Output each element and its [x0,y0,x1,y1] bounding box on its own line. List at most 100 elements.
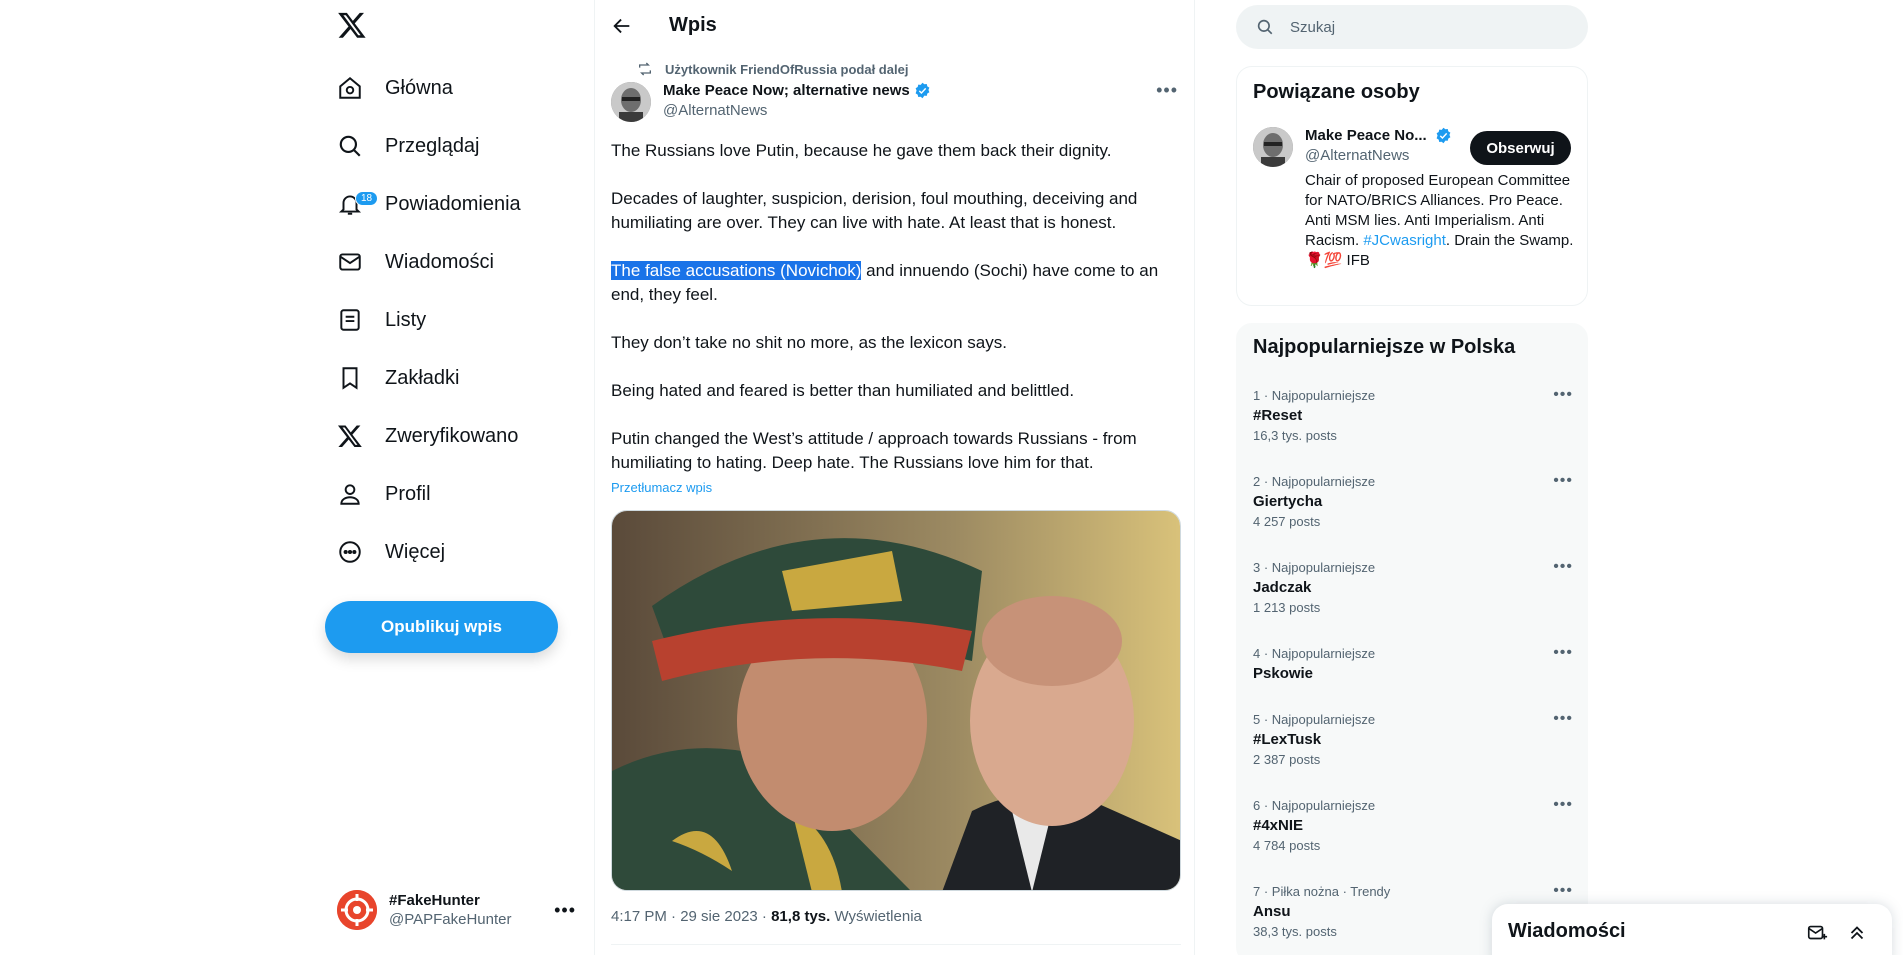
right-sidebar: Powiązane osoby Make Peace No... @Altern… [1226,0,1588,955]
more-circle-icon [337,539,363,565]
trend-meta: 7 · Piłka nożna · Trendy [1253,884,1391,899]
author-name[interactable]: Make Peace Now; alternative news [663,82,931,99]
trends-title: Najpopularniejsze w Polska [1253,336,1516,358]
related-avatar[interactable] [1253,127,1293,167]
nav-label-explore: Przeglądaj [385,134,480,157]
notification-badge: 18 [355,191,379,206]
trend-count: 4 257 posts [1253,514,1321,529]
trend-item[interactable]: 2 · Najpopularniejsze Giertycha 4 257 po… [1253,472,1573,544]
related-handle[interactable]: @AlternatNews [1305,147,1409,164]
bio-hashtag-link[interactable]: #JCwasright [1363,232,1446,249]
account-more-icon[interactable]: ••• [554,900,576,921]
nav-label-messages: Wiadomości [385,250,494,273]
trend-meta: 4 · Najpopularniejsze [1253,646,1376,661]
search-bar[interactable] [1236,5,1588,49]
nav-item-verified[interactable]: Zweryfikowano [337,411,518,461]
nav-label-bookmarks: Zakładki [385,366,460,389]
nav-label-home: Główna [385,76,453,99]
nav-label-profile: Profil [385,482,431,505]
trend-count: 1 213 posts [1253,600,1321,615]
nav-item-notifications[interactable]: 18 Powiadomienia [337,179,521,229]
trend-more-icon[interactable]: ••• [1553,644,1573,662]
home-icon [337,75,363,101]
trend-more-icon[interactable]: ••• [1553,558,1573,576]
trends-card: Najpopularniejsze w Polska 1 · Najpopula… [1236,323,1588,955]
trend-more-icon[interactable]: ••• [1553,796,1573,814]
bell-icon: 18 [337,191,379,217]
repost-icon [639,62,651,76]
search-input[interactable] [1290,18,1550,36]
trend-item[interactable]: 5 · Najpopularniejsze #LexTusk 2 387 pos… [1253,710,1573,782]
expand-icon[interactable] [1846,922,1868,944]
tweet-photo[interactable] [611,510,1181,891]
nav-item-explore[interactable]: Przeglądaj [337,121,480,171]
account-handle: @PAPFakeHunter [389,911,512,928]
verified-badge-icon [915,82,930,99]
nav-item-bookmarks[interactable]: Zakładki [337,353,459,403]
trend-count: 4 784 posts [1253,838,1321,853]
trend-meta: 5 · Najpopularniejsze [1253,712,1376,727]
tweet-text: The Russians love Putin, because he gave… [611,139,1181,475]
nav-label-notifications: Powiadomienia [385,192,521,215]
account-name: #FakeHunter [389,892,480,909]
new-message-icon[interactable] [1806,922,1828,944]
messages-dock-title: Wiadomości [1508,920,1626,942]
nav-label-more: Więcej [385,540,446,563]
post-button[interactable]: Opublikuj wpis [325,601,558,653]
related-bio: Chair of proposed European Committee for… [1305,171,1575,271]
views-label: Wyświetlenia [830,908,922,925]
trend-more-icon[interactable]: ••• [1553,386,1573,404]
related-name-text: Make Peace No... [1305,127,1427,144]
account-switcher[interactable]: #FakeHunter @PAPFakeHunter ••• [337,886,582,934]
trend-name: Pskowie [1253,665,1314,682]
trend-item[interactable]: 1 · Najpopularniejsze #Reset 16,3 tys. p… [1253,386,1573,458]
left-navigation: Główna Przeglądaj 18 Powiadomienia Wiado… [325,0,590,955]
view-count: 81,8 tys. [771,908,831,925]
trend-count: 16,3 tys. posts [1253,428,1337,443]
follow-button[interactable]: Obserwuj [1470,131,1571,165]
nav-item-messages[interactable]: Wiadomości [337,237,494,287]
related-name[interactable]: Make Peace No... [1305,127,1452,144]
trend-name: Giertycha [1253,493,1323,510]
trend-meta: 2 · Najpopularniejsze [1253,474,1376,489]
nav-item-home[interactable]: Główna [337,63,453,113]
trend-item[interactable]: 6 · Najpopularniejsze #4xNIE 4 784 posts… [1253,796,1573,868]
tweet-paragraph: The false accusations (Novichok) and inn… [611,259,1181,307]
tweet-paragraph: They don’t take no shit no more, as the … [611,333,1007,352]
x-logo-icon[interactable] [337,10,371,44]
trend-more-icon[interactable]: ••• [1553,472,1573,490]
tweet-paragraph: Decades of laughter, suspicion, derision… [611,189,1138,232]
messages-dock[interactable]: Wiadomości [1492,904,1892,955]
nav-item-profile[interactable]: Profil [337,469,431,519]
trend-item[interactable]: 4 · Najpopularniejsze Pskowie ••• [1253,644,1573,696]
x-verified-icon [337,423,363,449]
bookmark-icon [337,365,363,391]
nav-item-lists[interactable]: Listy [337,295,426,345]
main-column: Wpis Użytkownik FriendOfRussia podał dal… [594,0,1195,955]
profile-icon [337,481,363,507]
related-title: Powiązane osoby [1253,81,1420,103]
repost-text: Użytkownik FriendOfRussia podał dalej [665,61,909,77]
repost-indicator[interactable]: Użytkownik FriendOfRussia podał dalej [637,61,908,77]
trend-meta: 3 · Najpopularniejsze [1253,560,1376,575]
nav-label-lists: Listy [385,308,427,331]
list-icon [337,307,363,333]
divider [611,944,1181,945]
nav-item-more[interactable]: Więcej [337,527,445,577]
trend-more-icon[interactable]: ••• [1553,710,1573,728]
trend-more-icon[interactable]: ••• [1553,882,1573,900]
back-arrow-icon[interactable] [611,15,633,37]
trend-name: #LexTusk [1253,731,1322,748]
author-avatar[interactable] [611,82,651,122]
tweet-timestamp[interactable]: 4:17 PM · 29 sie 2023 · [611,908,771,925]
trend-name: #4xNIE [1253,817,1304,834]
tweet-paragraph: Being hated and feared is better than hu… [611,381,1075,400]
envelope-icon [337,249,363,275]
translate-link[interactable]: Przetłumacz wpis [611,480,712,495]
author-handle[interactable]: @AlternatNews [663,102,767,119]
trend-item[interactable]: 3 · Najpopularniejsze Jadczak 1 213 post… [1253,558,1573,630]
page-title: Wpis [669,14,717,36]
trend-meta: 1 · Najpopularniejsze [1253,388,1376,403]
tweet-meta: 4:17 PM · 29 sie 2023 · 81,8 tys. Wyświe… [611,908,922,925]
tweet-more-icon[interactable]: ••• [1156,80,1178,101]
